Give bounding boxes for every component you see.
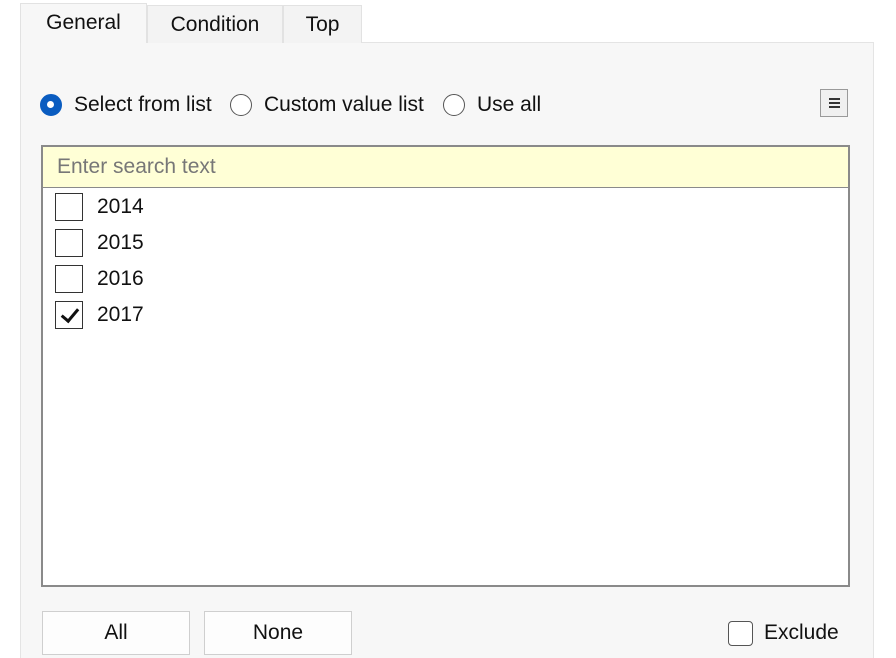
exclude-checkbox[interactable]: Exclude (728, 619, 839, 647)
list-item-2015[interactable]: 2015 (55, 228, 144, 258)
radio-label: Select from list (74, 93, 212, 116)
hamburger-menu-icon (829, 106, 840, 108)
select-none-button[interactable]: None (204, 611, 352, 655)
select-all-button[interactable]: All (42, 611, 190, 655)
radio-select-from-list[interactable]: Select from list (40, 92, 212, 118)
radio-label: Custom value list (264, 93, 424, 116)
value-checkbox[interactable] (55, 229, 83, 257)
list-item-2017[interactable]: 2017 (55, 300, 144, 330)
hamburger-menu-icon (829, 102, 840, 104)
list-item-label: 2014 (97, 195, 144, 218)
radio-indicator[interactable] (230, 94, 252, 116)
radio-selected-indicator[interactable] (40, 94, 62, 116)
radio-indicator[interactable] (443, 94, 465, 116)
radio-label: Use all (477, 93, 542, 116)
exclude-label: Exclude (764, 621, 839, 644)
radio-use-all[interactable]: Use all (443, 92, 541, 118)
tab-condition[interactable]: Condition (147, 5, 283, 43)
exclude-checkbox-box[interactable] (728, 620, 753, 646)
search-input[interactable] (43, 147, 848, 188)
radio-custom-value-list[interactable]: Custom value list (230, 92, 424, 118)
list-item-label: 2017 (97, 303, 144, 326)
list-item-2016[interactable]: 2016 (55, 264, 144, 294)
list-item-2014[interactable]: 2014 (55, 192, 144, 222)
tab-general[interactable]: General (20, 3, 147, 43)
list-item-label: 2016 (97, 267, 144, 290)
value-checkbox[interactable] (55, 265, 83, 293)
filter-dialog: General Condition Top Select from list C… (0, 0, 896, 658)
value-checkbox-checked[interactable] (55, 301, 83, 329)
options-menu-button[interactable] (820, 89, 848, 117)
hamburger-menu-icon (829, 98, 840, 100)
value-checkbox[interactable] (55, 193, 83, 221)
tab-top[interactable]: Top (283, 5, 362, 43)
value-list: 2014 2015 2016 2017 (41, 145, 850, 587)
list-item-label: 2015 (97, 231, 144, 254)
